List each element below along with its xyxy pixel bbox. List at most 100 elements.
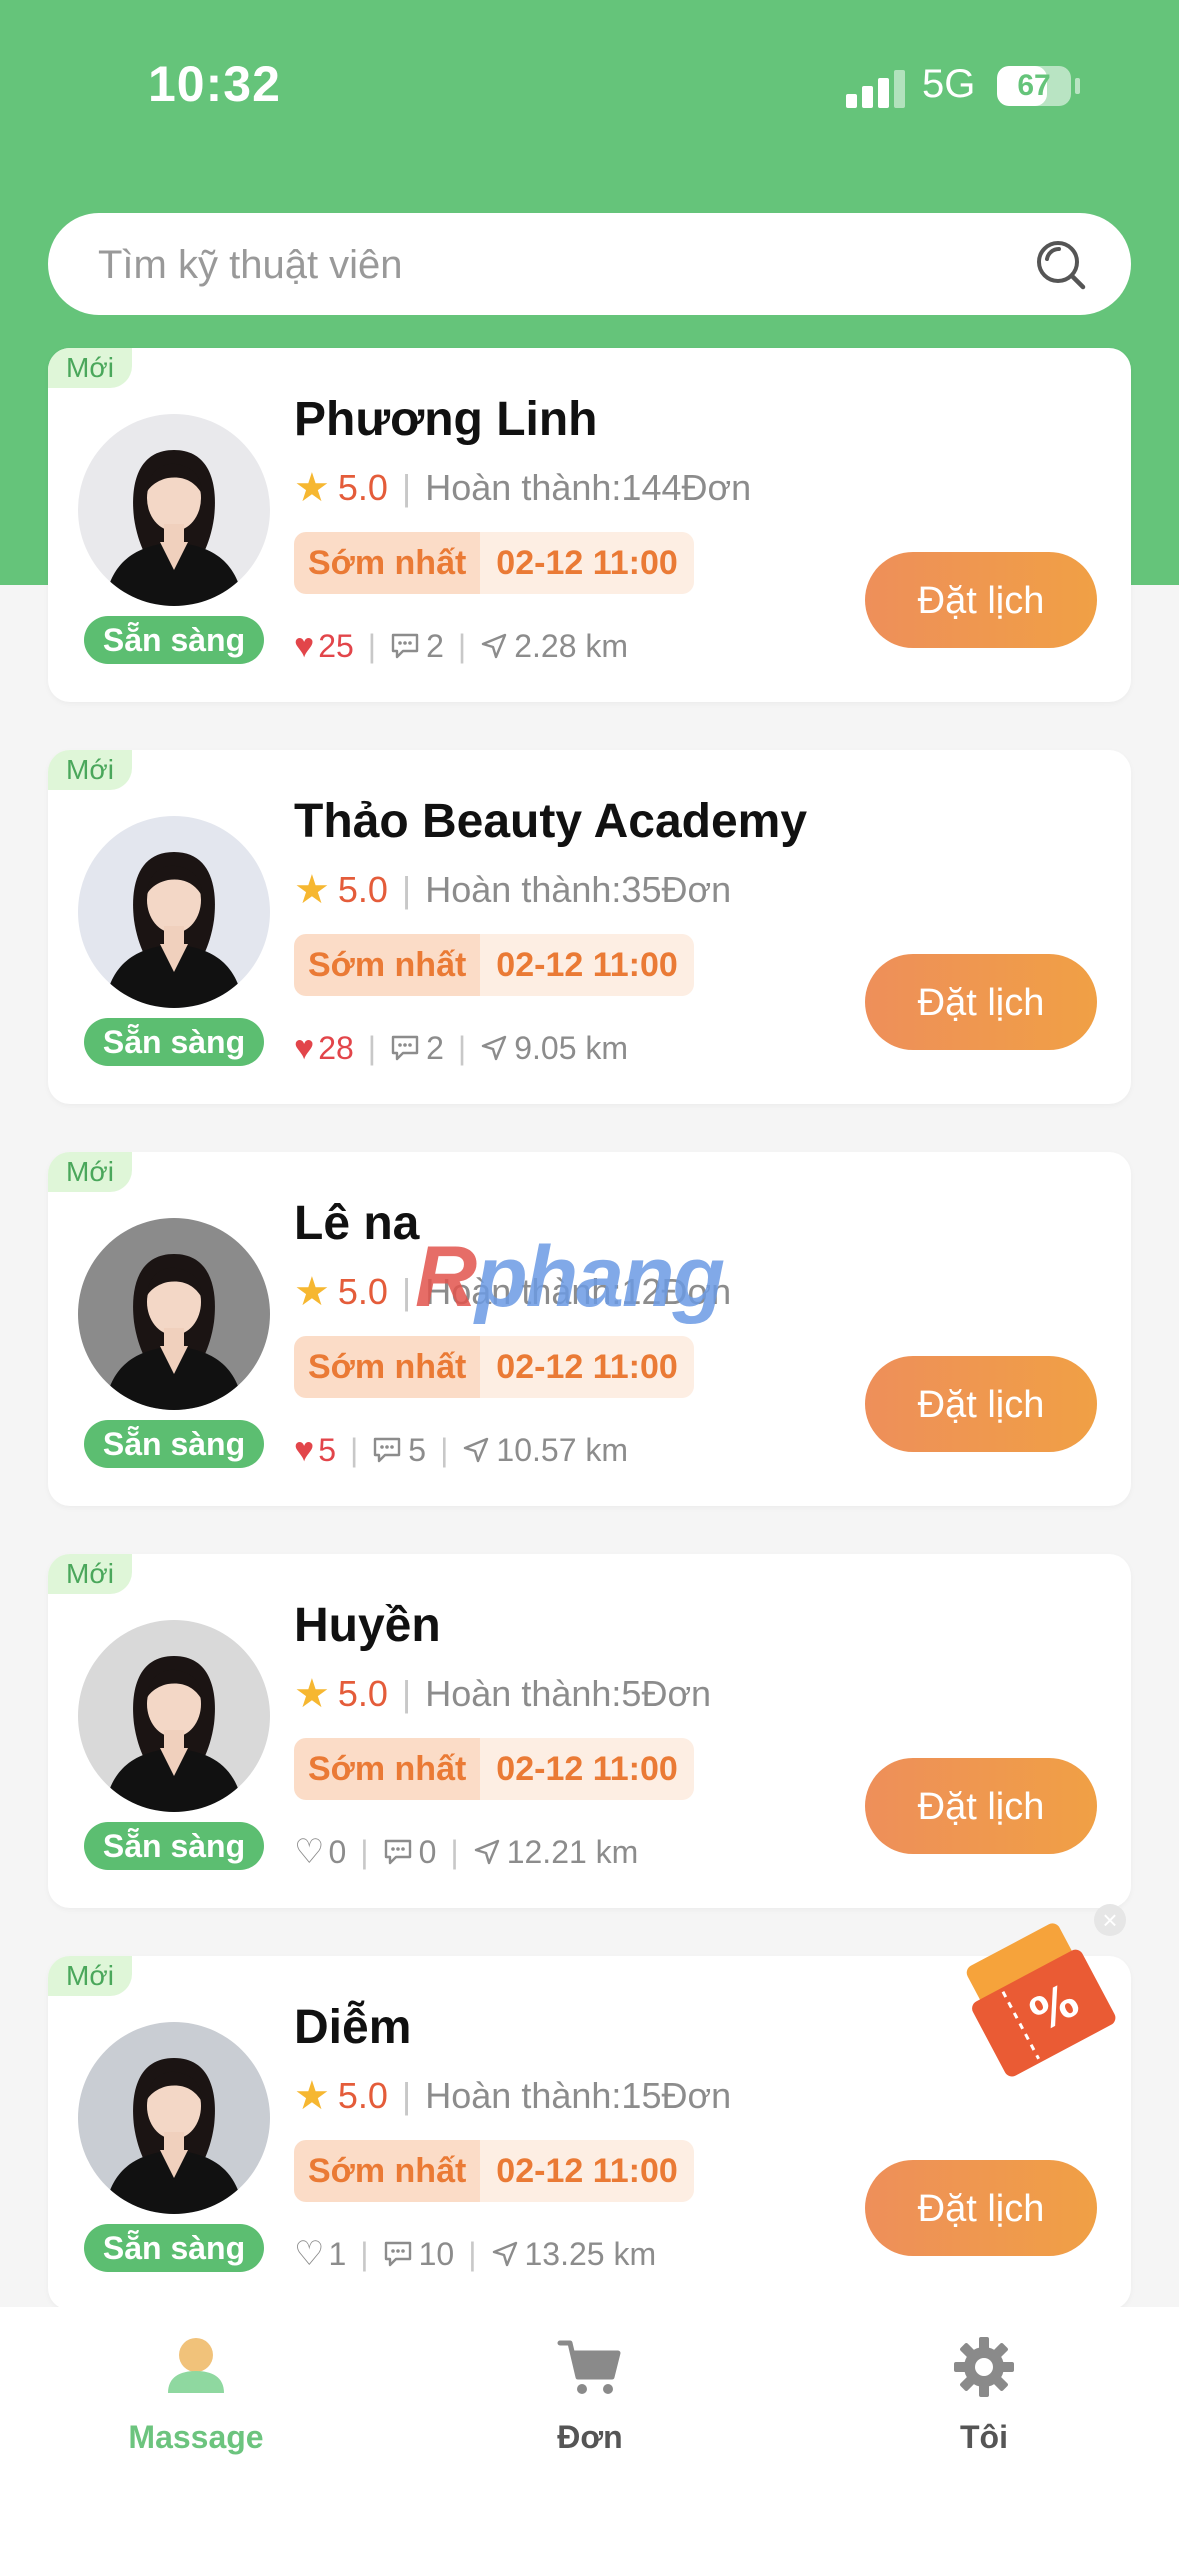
comment-icon (384, 2241, 411, 2267)
technician-name: Lê na (294, 1197, 420, 1250)
status-badge: Sẵn sàng (84, 616, 264, 664)
rating-row: ★ 5.0 | Hoàn thành:15Đơn (294, 2072, 731, 2120)
search-input[interactable] (96, 235, 1020, 295)
technician-card[interactable]: Mới Sẵn sàng Lê na ★ 5.0 | Hoàn thành:12… (48, 1152, 1131, 1506)
rating-value: 5.0 (337, 467, 388, 508)
heart-icon[interactable]: ♥ (294, 1029, 314, 1068)
like-count: 25 (318, 627, 354, 664)
avatar[interactable] (78, 1218, 270, 1410)
avatar[interactable] (78, 414, 270, 606)
navigation-icon (482, 1035, 507, 1061)
technician-card[interactable]: Mới Sẵn sàng Thảo Beauty Academy ★ 5.0 |… (48, 750, 1131, 1104)
earliest-slot: Sớm nhất 02-12 11:00 (294, 1336, 694, 1398)
new-badge: Mới (48, 1152, 132, 1192)
new-badge: Mới (48, 1554, 132, 1594)
comment-icon (391, 1035, 419, 1061)
technician-card[interactable]: Mới Sẵn sàng Huyền ★ 5.0 | Hoàn thành:5Đ… (48, 1554, 1131, 1908)
completed-orders: Hoàn thành:35Đơn (425, 869, 732, 910)
divider: | (360, 1833, 369, 1870)
heart-icon[interactable]: ♥ (294, 627, 314, 666)
stats-row: ♥ 25 | 2 | 2.28 km (294, 622, 628, 670)
comment-count: 0 (418, 1833, 437, 1870)
book-button[interactable]: Đặt lịch (865, 1356, 1097, 1452)
slot-time: 02-12 11:00 (480, 1738, 694, 1800)
gear-icon (954, 2337, 1014, 2397)
navigation-icon (474, 1839, 499, 1865)
like-count: 5 (318, 1431, 336, 1468)
comment-icon (384, 1839, 411, 1865)
earliest-slot: Sớm nhất 02-12 11:00 (294, 934, 694, 996)
slot-time: 02-12 11:00 (480, 532, 694, 594)
rating-row: ★ 5.0 | Hoàn thành:5Đơn (294, 1670, 711, 1718)
avatar[interactable] (78, 1620, 270, 1812)
technician-name: Huyền (294, 1599, 441, 1652)
book-button[interactable]: Đặt lịch (865, 552, 1097, 648)
like-count: 1 (328, 2235, 347, 2272)
new-badge: Mới (48, 750, 132, 790)
distance: 13.25 km (524, 2235, 657, 2272)
divider: | (401, 869, 412, 910)
battery-icon: 67 (997, 66, 1071, 106)
avatar[interactable] (78, 2022, 270, 2214)
navigation-icon (464, 1437, 489, 1463)
heart-icon[interactable]: ♥ (294, 1431, 314, 1470)
tab-me[interactable]: Tôi (834, 2307, 1134, 2487)
distance: 12.21 km (506, 1833, 639, 1870)
divider: | (450, 1833, 459, 1870)
rating-value: 5.0 (337, 1673, 388, 1714)
book-button[interactable]: Đặt lịch (865, 954, 1097, 1050)
status-bar: 10:32 5G 67 (0, 0, 1179, 170)
star-icon: ★ (294, 2074, 330, 2118)
bottom-tab-bar: Massage Đơn Tôi (0, 2307, 1179, 2556)
battery-tip (1075, 78, 1080, 94)
heart-icon[interactable]: ♡ (294, 2234, 324, 2274)
divider: | (401, 1673, 412, 1714)
person-icon (168, 2338, 224, 2393)
status-time: 10:32 (148, 56, 281, 112)
divider: | (349, 1431, 359, 1468)
status-badge: Sẵn sàng (84, 1018, 264, 1066)
avatar[interactable] (78, 816, 270, 1008)
star-icon: ★ (294, 1672, 330, 1716)
comment-count: 2 (426, 1029, 444, 1066)
rating-value: 5.0 (337, 2075, 388, 2116)
divider: | (401, 2075, 412, 2116)
slot-time: 02-12 11:00 (480, 2140, 694, 2202)
technician-card[interactable]: Mới Sẵn sàng Phương Linh ★ 5.0 | Hoàn th… (48, 348, 1131, 702)
like-count: 0 (328, 1833, 347, 1870)
slot-label: Sớm nhất (294, 1738, 481, 1800)
stats-row: ♥ 28 | 2 | 9.05 km (294, 1024, 628, 1072)
tab-label: Đơn (557, 2419, 623, 2455)
heart-icon[interactable]: ♡ (294, 1832, 324, 1872)
like-count: 28 (318, 1029, 354, 1066)
search-bar[interactable] (48, 213, 1131, 315)
tab-orders[interactable]: Đơn (440, 2307, 740, 2487)
technician-name: Phương Linh (294, 393, 598, 446)
divider: | (360, 2235, 369, 2272)
stats-row: ♡ 1 | 10 | 13.25 km (294, 2230, 656, 2278)
new-badge: Mới (48, 1956, 132, 1996)
earliest-slot: Sớm nhất 02-12 11:00 (294, 532, 694, 594)
tab-massage[interactable]: Massage (46, 2307, 346, 2487)
technician-name: Thảo Beauty Academy (294, 795, 808, 848)
signal-icon (846, 68, 906, 108)
close-promo-button[interactable]: × (1094, 1904, 1126, 1936)
network-type: 5G (922, 62, 976, 106)
status-badge: Sẵn sàng (84, 2224, 264, 2272)
distance: 10.57 km (496, 1431, 629, 1468)
comment-count: 10 (418, 2235, 455, 2272)
tab-label: Tôi (960, 2419, 1008, 2455)
divider: | (468, 2235, 477, 2272)
rating-row: ★ 5.0 | Hoàn thành:35Đơn (294, 866, 731, 914)
new-badge: Mới (48, 348, 132, 388)
search-icon[interactable] (1033, 237, 1089, 293)
earliest-slot: Sớm nhất 02-12 11:00 (294, 1738, 694, 1800)
star-icon: ★ (294, 868, 330, 912)
book-button[interactable]: Đặt lịch (865, 1758, 1097, 1854)
technician-name: Diễm (294, 2001, 412, 2054)
comment-count: 2 (426, 627, 444, 664)
book-button[interactable]: Đặt lịch (865, 2160, 1097, 2256)
slot-time: 02-12 11:00 (480, 1336, 694, 1398)
stats-row: ♡ 0 | 0 | 12.21 km (294, 1828, 638, 1876)
navigation-icon (482, 633, 507, 659)
